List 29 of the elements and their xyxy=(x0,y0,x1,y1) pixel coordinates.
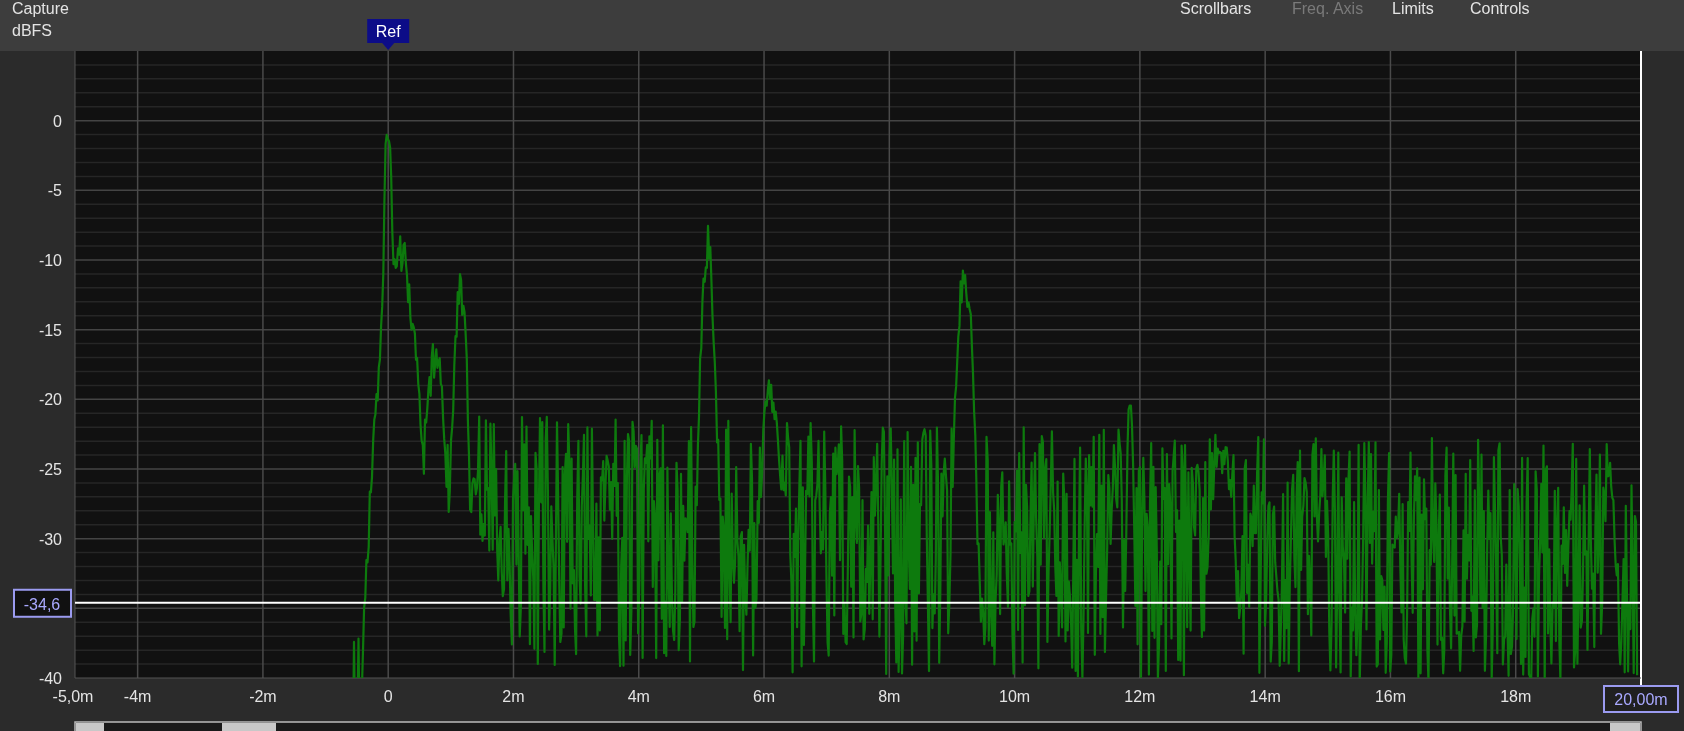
x-axis-label: 12m xyxy=(1124,688,1156,705)
y-axis-label: -10 xyxy=(38,252,62,269)
menu-item[interactable]: Scrollbars xyxy=(1180,0,1252,17)
x-axis-label: 14m xyxy=(1249,688,1281,705)
y-axis-label: -5 xyxy=(47,182,62,200)
y-axis-label: 0 xyxy=(53,112,62,130)
x-axis-label: 10m xyxy=(999,688,1031,705)
x-axis-label: -4m xyxy=(123,688,152,705)
y-axis-label: -40 xyxy=(38,670,62,687)
menu-item[interactable]: Limits xyxy=(1392,0,1434,17)
x-axis-label: 16m xyxy=(1374,688,1406,705)
x-axis-label: 8m xyxy=(878,688,901,705)
y-axis-label: -30 xyxy=(38,530,62,548)
cursor-value-label: -34,6 xyxy=(13,588,72,618)
x-range-end-field[interactable]: 20,00m xyxy=(1603,685,1679,713)
x-axis-label: 2m xyxy=(502,688,525,705)
y-axis-label: -20 xyxy=(38,391,62,409)
y-axis-label: -25 xyxy=(38,461,62,478)
y-axis-unit: dBFS xyxy=(12,22,52,39)
x-axis-label: 6m xyxy=(752,688,776,705)
x-axis-label: 4m xyxy=(627,688,650,705)
x-axis-label: 18m xyxy=(1500,688,1532,705)
horizontal-scrollbar[interactable] xyxy=(74,721,1642,731)
x-axis-label: 0 xyxy=(383,688,393,705)
menu-item[interactable]: Controls xyxy=(1470,0,1530,17)
window-title: Capture xyxy=(12,0,69,17)
x-axis-label: -5,0m xyxy=(52,688,94,705)
x-axis-label: -2m xyxy=(249,688,277,705)
y-axis-label: -15 xyxy=(38,321,62,339)
